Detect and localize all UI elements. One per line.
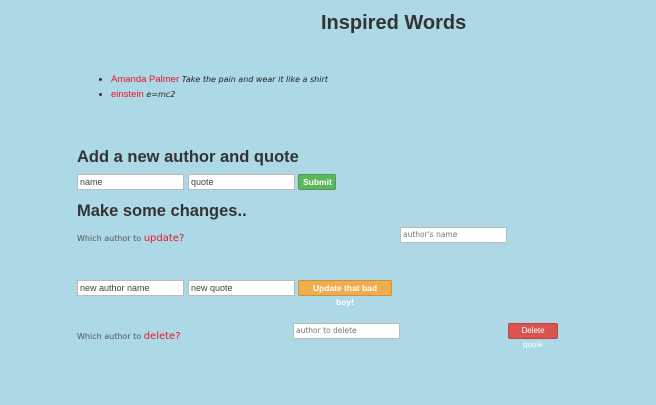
update-label-word: update? (143, 233, 185, 244)
delete-label-prefix: Which author to (77, 332, 144, 341)
delete-author-input[interactable]: author to delete (293, 323, 400, 339)
delete-label-word: delete? (143, 331, 181, 342)
name-input[interactable]: name (77, 174, 184, 190)
page-title: Inspired Words (321, 12, 467, 34)
quote-input[interactable]: quote (188, 174, 295, 190)
author-name-input[interactable]: author's name (400, 227, 507, 243)
quote-author: einstein (111, 89, 144, 100)
add-section-heading: Add a new author and quote (77, 148, 299, 166)
quote-list: Amanda Palmer Take the pain and wear it … (96, 72, 328, 102)
list-item: einstein e=mc2 (111, 87, 328, 102)
delete-button[interactable]: Delete quote (508, 323, 558, 349)
list-item: Amanda Palmer Take the pain and wear it … (111, 72, 328, 87)
quote-text: e=mc2 (146, 90, 176, 99)
new-author-input[interactable]: new author name (77, 280, 184, 296)
quote-text: Take the pain and wear it like a shirt (181, 75, 328, 84)
changes-section-heading: Make some changes.. (77, 202, 247, 220)
delete-label: Which author to delete? (77, 331, 181, 342)
update-button[interactable]: Update that bad boy! (298, 280, 392, 307)
quote-author: Amanda Palmer (111, 74, 180, 85)
update-label-prefix: Which author to (77, 234, 144, 243)
new-quote-input[interactable]: new quote (188, 280, 295, 296)
submit-button[interactable]: Submit (298, 174, 336, 190)
update-label: Which author to update? (77, 233, 184, 244)
